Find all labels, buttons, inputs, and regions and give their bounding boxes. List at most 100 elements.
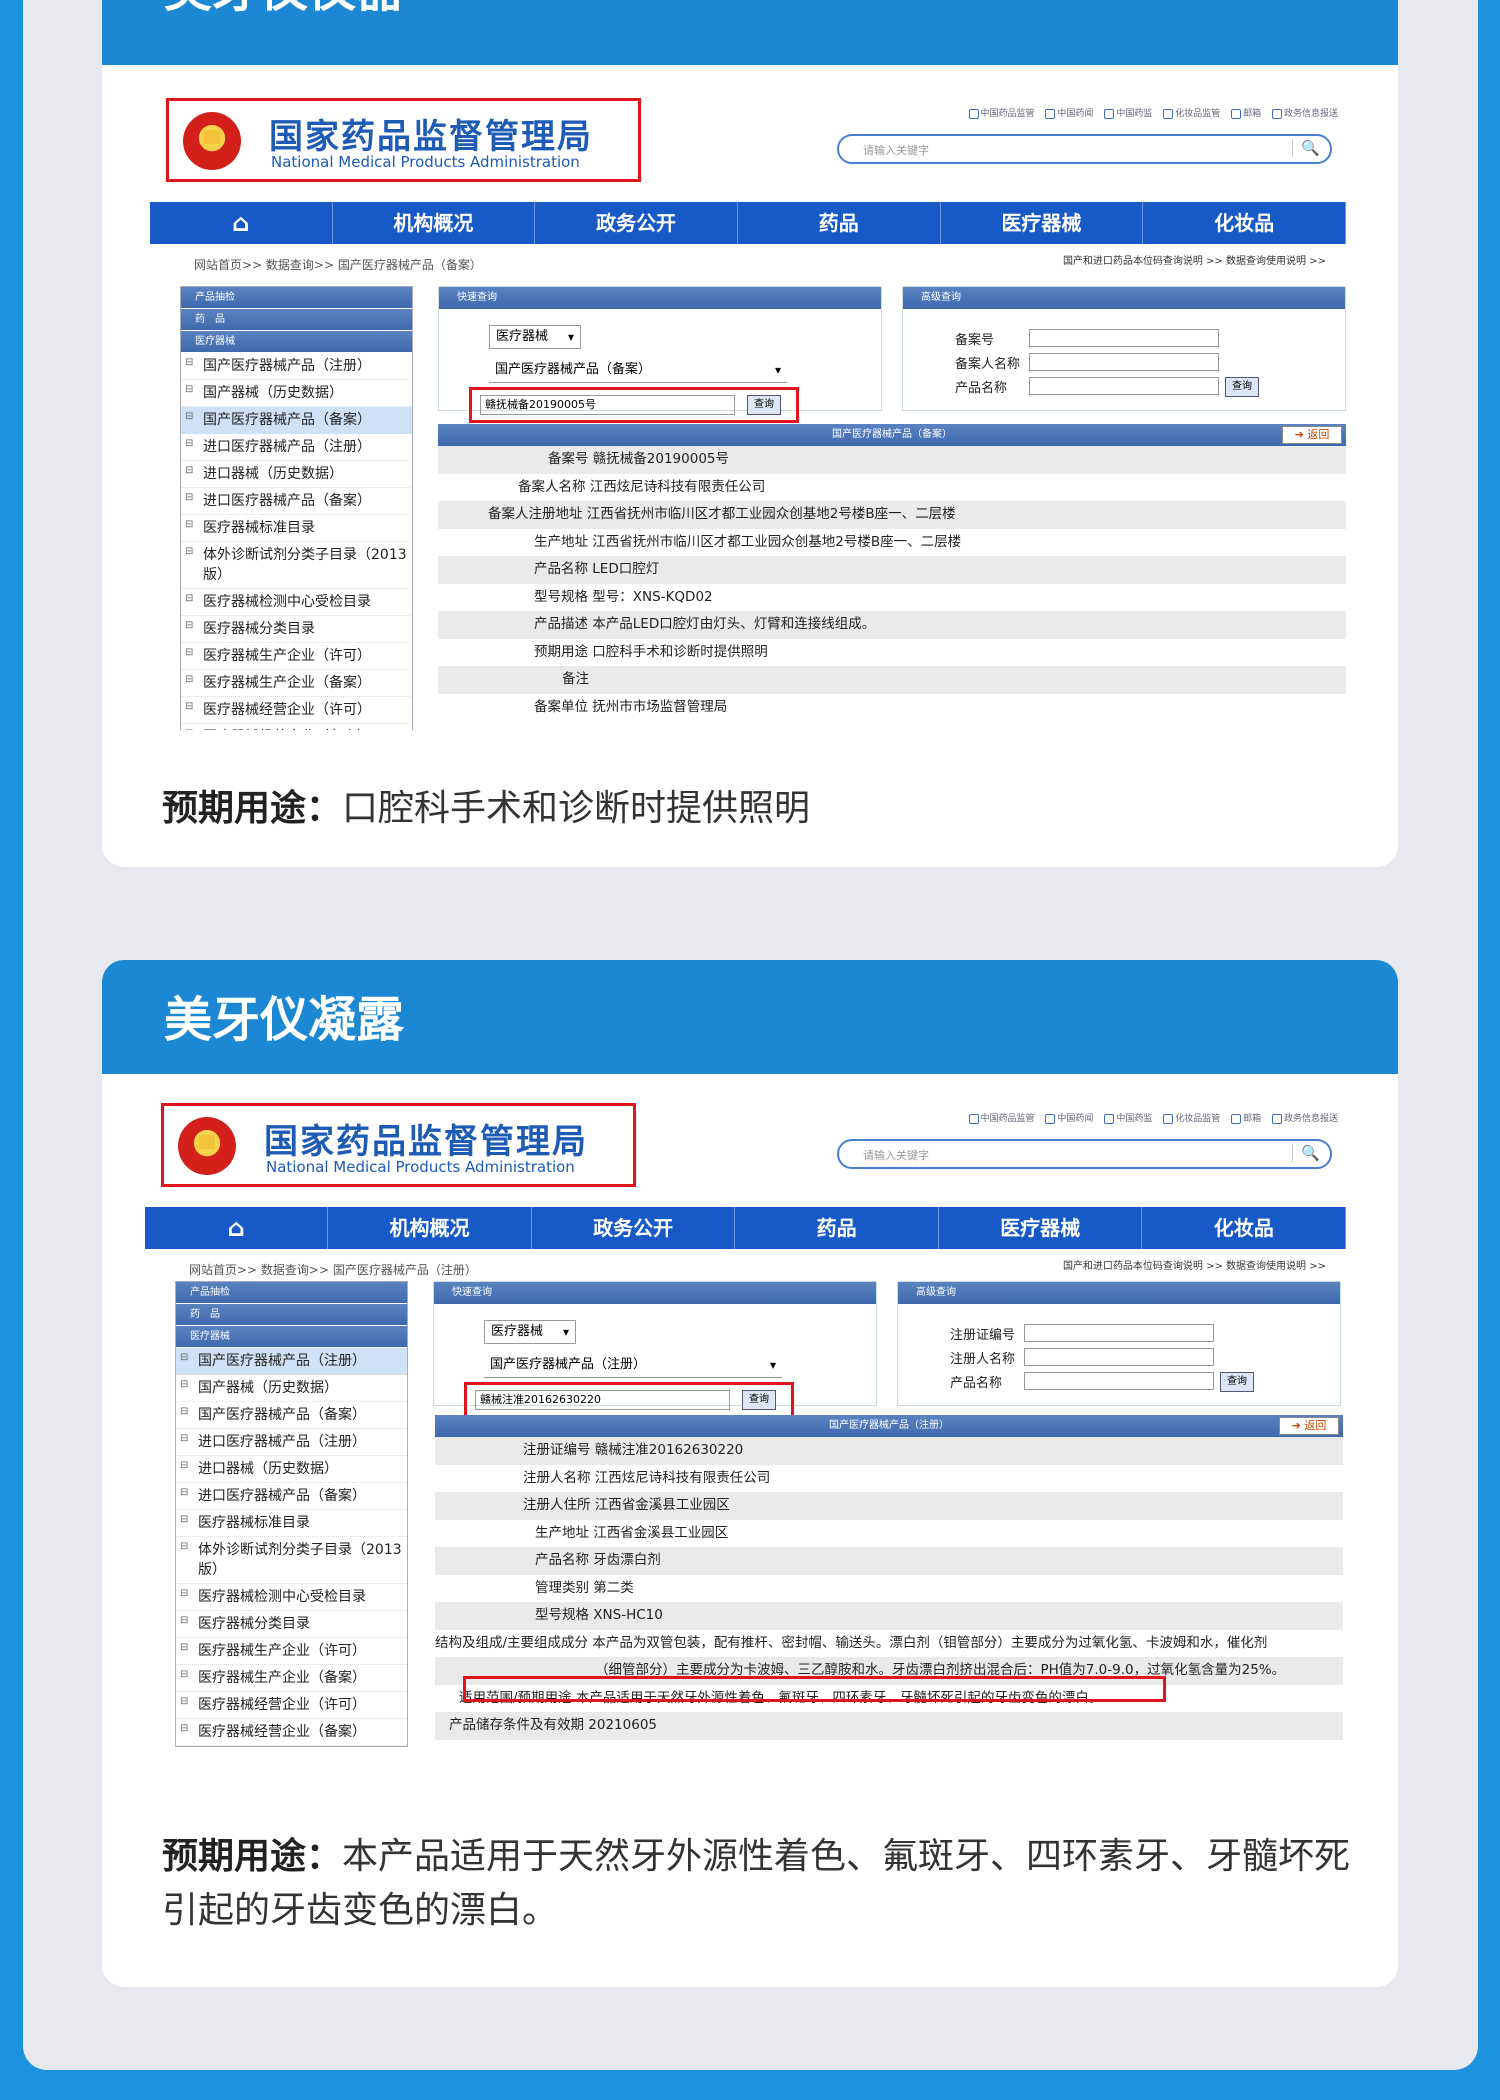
toplink[interactable]: 邮箱 xyxy=(1231,1113,1261,1124)
nav-item[interactable]: 医疗器械 xyxy=(939,1207,1143,1249)
quick-query: 快速查询 医疗器械 国产医疗器械产品（注册） 赣械注准20162630220 查… xyxy=(433,1281,877,1418)
sidebar-item[interactable]: 体外诊断试剂分类子目录（2013版） xyxy=(176,1537,407,1584)
adv-input[interactable] xyxy=(1024,1324,1214,1342)
toplink[interactable]: 中国药品监管 xyxy=(968,1113,1035,1124)
search-input[interactable]: 请输入关键字 xyxy=(863,142,929,158)
search-icon[interactable]: 🔍 xyxy=(1292,139,1320,157)
adv-input[interactable] xyxy=(1029,377,1219,395)
toplink[interactable]: 中国药监 xyxy=(1104,1113,1152,1124)
back-button[interactable]: ➜ 返回 xyxy=(1282,426,1342,444)
toplink[interactable]: 政务信息报送 xyxy=(1271,1113,1338,1124)
adv-input[interactable] xyxy=(1024,1348,1214,1366)
sidebar-item[interactable]: 医疗器械生产企业（备案） xyxy=(181,670,412,697)
nav-item[interactable]: 机构概况 xyxy=(328,1207,532,1249)
sidebar-item[interactable]: 医疗器械经营企业（许可） xyxy=(176,1692,407,1719)
product-type-select[interactable]: 国产医疗器械产品（注册） xyxy=(484,1354,782,1378)
toplink[interactable]: 化妆品监管 xyxy=(1163,1113,1220,1124)
toplink[interactable]: 政务信息报送 xyxy=(1271,108,1338,119)
sidebar-item[interactable]: 医疗器械分类目录 xyxy=(181,616,412,643)
nav-home[interactable]: ⌂ xyxy=(150,202,333,244)
nav-item[interactable]: 政务公开 xyxy=(535,202,738,244)
help-links[interactable]: 国产和进口药品本位码查询说明 >> 数据查询使用说明 >> xyxy=(1063,252,1326,267)
nav-home[interactable]: ⌂ xyxy=(145,1207,329,1249)
sidebar-item[interactable]: 国产医疗器械产品（注册） xyxy=(176,1348,407,1375)
adv-input[interactable] xyxy=(1029,329,1219,347)
product-card-instrument: 美牙仪仪器 国家药品监督管理局 National Medical Product… xyxy=(102,0,1398,867)
sidebar-item[interactable]: 医疗器械标准目录 xyxy=(176,1510,407,1537)
sidebar-item[interactable]: 医疗器械检测中心受检目录 xyxy=(181,589,412,616)
sidebar-head[interactable]: 产品抽检 xyxy=(181,287,412,309)
sidebar-item[interactable]: 进口器械（历史数据） xyxy=(176,1456,407,1483)
site-search[interactable]: 请输入关键字 🔍 xyxy=(837,134,1332,164)
sidebar-item[interactable]: 进口医疗器械产品（注册） xyxy=(181,434,412,461)
sidebar-item[interactable]: 进口医疗器械产品（注册） xyxy=(176,1429,407,1456)
sidebar-item[interactable]: 国产医疗器械产品（注册） xyxy=(181,353,412,380)
query-button[interactable]: 查询 xyxy=(747,395,781,415)
site-search[interactable]: 请输入关键字 🔍 xyxy=(837,1139,1332,1169)
category-select[interactable]: 医疗器械 xyxy=(484,1320,576,1344)
nmpa-logo[interactable]: 国家药品监督管理局 National Medical Products Admi… xyxy=(166,98,641,182)
toplink[interactable]: 化妆品监管 xyxy=(1163,108,1220,119)
sidebar-item[interactable]: 医疗器械生产企业（许可） xyxy=(176,1638,407,1665)
quick-query-title: 快速查询 xyxy=(439,287,881,309)
sidebar-item[interactable]: 医疗器械生产企业（备案） xyxy=(176,1665,407,1692)
breadcrumb[interactable]: 网站首页>> 数据查询>> 国产医疗器械产品（备案） xyxy=(194,256,482,273)
toplink[interactable]: 邮箱 xyxy=(1231,108,1261,119)
logo-cn: 国家药品监督管理局 xyxy=(264,1122,588,1162)
adv-query-button[interactable]: 查询 xyxy=(1220,1372,1254,1392)
nav-item[interactable]: 化妆品 xyxy=(1143,202,1346,244)
breadcrumb[interactable]: 网站首页>> 数据查询>> 国产医疗器械产品（注册） xyxy=(189,1261,477,1278)
sidebar-item[interactable]: 医疗器械分类目录 xyxy=(176,1611,407,1638)
sidebar-item[interactable]: 医疗器械经营企业（许可） xyxy=(181,697,412,724)
nav-item[interactable]: 政务公开 xyxy=(532,1207,736,1249)
nav-item[interactable]: 药品 xyxy=(738,202,941,244)
adv-query-button[interactable]: 查询 xyxy=(1225,377,1259,397)
sidebar-item[interactable]: 国产器械（历史数据） xyxy=(176,1375,407,1402)
nav-item[interactable]: 化妆品 xyxy=(1142,1207,1346,1249)
category-select[interactable]: 医疗器械 xyxy=(489,325,581,349)
toplink[interactable]: 中国药闻 xyxy=(1045,1113,1093,1124)
sidebar-item[interactable]: 医疗器械经营企业（备案） xyxy=(181,724,412,730)
sidebar-head[interactable]: 医疗器械 xyxy=(181,331,412,353)
sidebar-item[interactable]: 进口医疗器械产品（备案） xyxy=(176,1483,407,1510)
card-title: 美牙仪凝露 xyxy=(102,960,1398,1074)
query-input[interactable]: 赣抚械备20190005号 xyxy=(480,395,735,415)
sidebar-item[interactable]: 医疗器械经营企业（备案） xyxy=(176,1719,407,1746)
table-row: 备案单位 抚州市市场监督管理局 xyxy=(534,698,728,715)
sidebar-head[interactable]: 医疗器械 xyxy=(176,1326,407,1348)
table-row: 型号规格 XNS-HC10 xyxy=(435,1602,1343,1630)
adv-input[interactable] xyxy=(1024,1372,1214,1390)
product-card-gel: 美牙仪凝露 国家药品监督管理局 National Medical Product… xyxy=(102,960,1398,1987)
nav-item[interactable]: 机构概况 xyxy=(333,202,536,244)
sidebar-head[interactable]: 产品抽检 xyxy=(176,1282,407,1304)
sidebar-item[interactable]: 进口医疗器械产品（备案） xyxy=(181,488,412,515)
sidebar-item[interactable]: 医疗器械检测中心受检目录 xyxy=(176,1584,407,1611)
query-button[interactable]: 查询 xyxy=(742,1390,776,1410)
help-links[interactable]: 国产和进口药品本位码查询说明 >> 数据查询使用说明 >> xyxy=(1063,1257,1326,1272)
sidebar-item[interactable]: 体外诊断试剂分类子目录（2013版） xyxy=(181,542,412,589)
sidebar-item[interactable]: 国产医疗器械产品（备案） xyxy=(181,407,412,434)
search-icon[interactable]: 🔍 xyxy=(1292,1144,1320,1162)
sidebar-item[interactable]: 国产器械（历史数据） xyxy=(181,380,412,407)
nmpa-logo[interactable]: 国家药品监督管理局 National Medical Products Admi… xyxy=(161,1103,636,1187)
adv-input[interactable] xyxy=(1029,353,1219,371)
search-input[interactable]: 请输入关键字 xyxy=(863,1147,929,1163)
sidebar-item[interactable]: 国产医疗器械产品（备案） xyxy=(176,1402,407,1429)
nav-item[interactable]: 药品 xyxy=(735,1207,939,1249)
sidebar-head[interactable]: 药 品 xyxy=(176,1304,407,1326)
sidebar-head[interactable]: 药 品 xyxy=(181,309,412,331)
intended-use-highlight xyxy=(463,1676,1166,1702)
toplink[interactable]: 中国药监 xyxy=(1104,108,1152,119)
sidebar-item[interactable]: 医疗器械生产企业（许可） xyxy=(181,643,412,670)
sidebar-item[interactable]: 医疗器械标准目录 xyxy=(181,515,412,542)
query-input[interactable]: 赣械注准20162630220 xyxy=(475,1390,730,1410)
nav-item[interactable]: 医疗器械 xyxy=(941,202,1144,244)
table-row: 注册人住所 江西省金溪县工业园区 xyxy=(435,1492,1343,1520)
quick-query: 快速查询 医疗器械 国产医疗器械产品（备案） 赣抚械备20190005号 查询 xyxy=(438,286,882,423)
toplink[interactable]: 中国药闻 xyxy=(1045,108,1093,119)
sidebar-item[interactable]: 进口器械（历史数据） xyxy=(181,461,412,488)
product-type-select[interactable]: 国产医疗器械产品（备案） xyxy=(489,359,787,383)
back-button[interactable]: ➜ 返回 xyxy=(1279,1417,1339,1435)
table-row: 型号规格 型号：XNS-KQD02 xyxy=(534,588,713,605)
toplink[interactable]: 中国药品监管 xyxy=(968,108,1035,119)
